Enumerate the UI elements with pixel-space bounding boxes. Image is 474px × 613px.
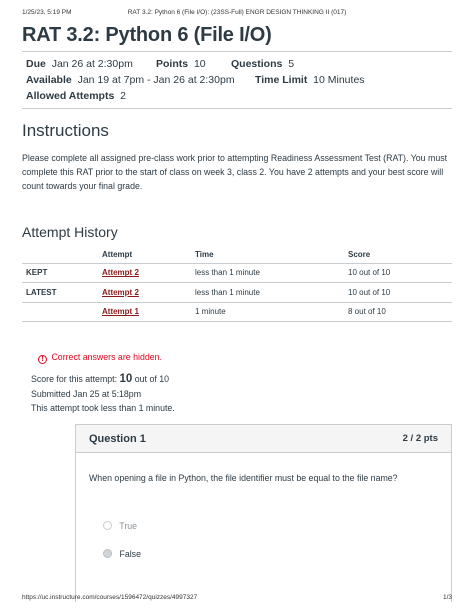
score-suffix: out of 10: [134, 374, 170, 384]
attempt-time: less than 1 minute: [195, 263, 348, 283]
submitted-time: Submitted Jan 25 at 5:18pm: [31, 389, 142, 399]
print-header: 1/25/23, 5:19 PM RAT 3.2: Python 6 (File…: [22, 9, 452, 19]
attempt-score: 8 out of 10: [348, 302, 452, 322]
radio-unselected-icon: [103, 521, 112, 530]
print-page-number: 1/3: [442, 594, 452, 601]
quiz-questions: Questions 5: [231, 58, 294, 70]
column-header: Time: [195, 246, 348, 264]
due-label: Due: [26, 58, 46, 70]
page-title: RAT 3.2: Python 6 (File I/O): [22, 24, 272, 46]
quiz-due: Due Jan 26 at 2:30pm: [26, 58, 133, 70]
score-value: 10: [119, 373, 133, 385]
answer-option-false[interactable]: False: [103, 549, 141, 559]
table-header-row: Attempt Time Score: [22, 246, 452, 264]
score-prefix: Score for this attempt:: [31, 374, 118, 384]
answer-label: False: [119, 549, 141, 559]
allowed-attempts-label: Allowed Attempts: [26, 90, 115, 102]
attempt-history-table: Attempt Time Score KEPT Attempt 2 less t…: [22, 246, 452, 322]
question-title: Question 1: [89, 433, 146, 445]
answer-label: True: [119, 521, 138, 531]
quiz-available: Available Jan 19 at 7pm - Jan 26 at 2:30…: [26, 74, 235, 86]
instructions-heading: Instructions: [22, 121, 109, 140]
print-url: https://uc.instructure.com/courses/15964…: [22, 594, 198, 601]
answers-hidden-text: Correct answers are hidden.: [51, 352, 162, 362]
column-header: Score: [348, 246, 452, 264]
attempt-status-label: LATEST: [22, 282, 102, 303]
instructions-text: Please complete all assigned pre-class w…: [22, 153, 448, 191]
attempt-link[interactable]: Attempt 2: [102, 288, 139, 297]
column-header: [22, 246, 102, 264]
due-value: Jan 26 at 2:30pm: [51, 58, 133, 70]
available-value: Jan 19 at 7pm - Jan 26 at 2:30pm: [77, 74, 235, 86]
print-doc-title: RAT 3.2: Python 6 (File I/O): (23SS-Full…: [127, 9, 347, 16]
quiz-allowed-attempts: Allowed Attempts 2: [26, 90, 126, 102]
warning-icon: !: [38, 355, 47, 364]
radio-selected-icon: [103, 549, 112, 558]
available-label: Available: [26, 74, 72, 86]
table-row: Attempt 1 1 minute 8 out of 10: [22, 302, 452, 322]
attempt-history-heading: Attempt History: [22, 224, 118, 240]
table-row: LATEST Attempt 2 less than 1 minute 10 o…: [22, 282, 452, 303]
question-header: Question 1 2 / 2 pts: [76, 425, 451, 453]
answer-option-true[interactable]: True: [103, 521, 137, 531]
column-header: Attempt: [102, 246, 195, 264]
attempt-score: 10 out of 10: [348, 263, 452, 283]
points-label: Points: [156, 58, 189, 70]
question-card: Question 1 2 / 2 pts When opening a file…: [75, 424, 452, 602]
time-limit-label: Time Limit: [255, 74, 308, 86]
answers-hidden-notice: ! Correct answers are hidden.: [38, 352, 162, 364]
print-footer: https://uc.instructure.com/courses/15964…: [22, 594, 452, 604]
allowed-attempts-value: 2: [120, 90, 126, 102]
attempt-duration: This attempt took less than 1 minute.: [31, 403, 175, 413]
attempt-link[interactable]: Attempt 1: [102, 307, 139, 316]
question-points: 2 / 2 pts: [402, 433, 438, 444]
points-value: 10: [193, 58, 206, 70]
attempt-time: 1 minute: [195, 302, 348, 322]
quiz-time-limit: Time Limit 10 Minutes: [255, 74, 365, 86]
questions-value: 5: [288, 58, 295, 70]
title-divider: [22, 51, 452, 52]
attempt-score: 10 out of 10: [348, 282, 452, 303]
question-text: When opening a file in Python, the file …: [89, 473, 398, 483]
attempt-time: less than 1 minute: [195, 282, 348, 303]
attempt-status-label: KEPT: [22, 263, 102, 283]
quiz-points: Points 10: [156, 58, 206, 70]
questions-label: Questions: [231, 58, 283, 70]
table-row: KEPT Attempt 2 less than 1 minute 10 out…: [22, 263, 452, 283]
meta-divider: [22, 108, 452, 109]
print-datetime: 1/25/23, 5:19 PM: [22, 9, 72, 16]
time-limit-value: 10 Minutes: [313, 74, 365, 86]
attempt-score-line: Score for this attempt: 10 out of 10: [31, 373, 169, 385]
attempt-status-label: [22, 302, 102, 322]
attempt-link[interactable]: Attempt 2: [102, 268, 139, 277]
